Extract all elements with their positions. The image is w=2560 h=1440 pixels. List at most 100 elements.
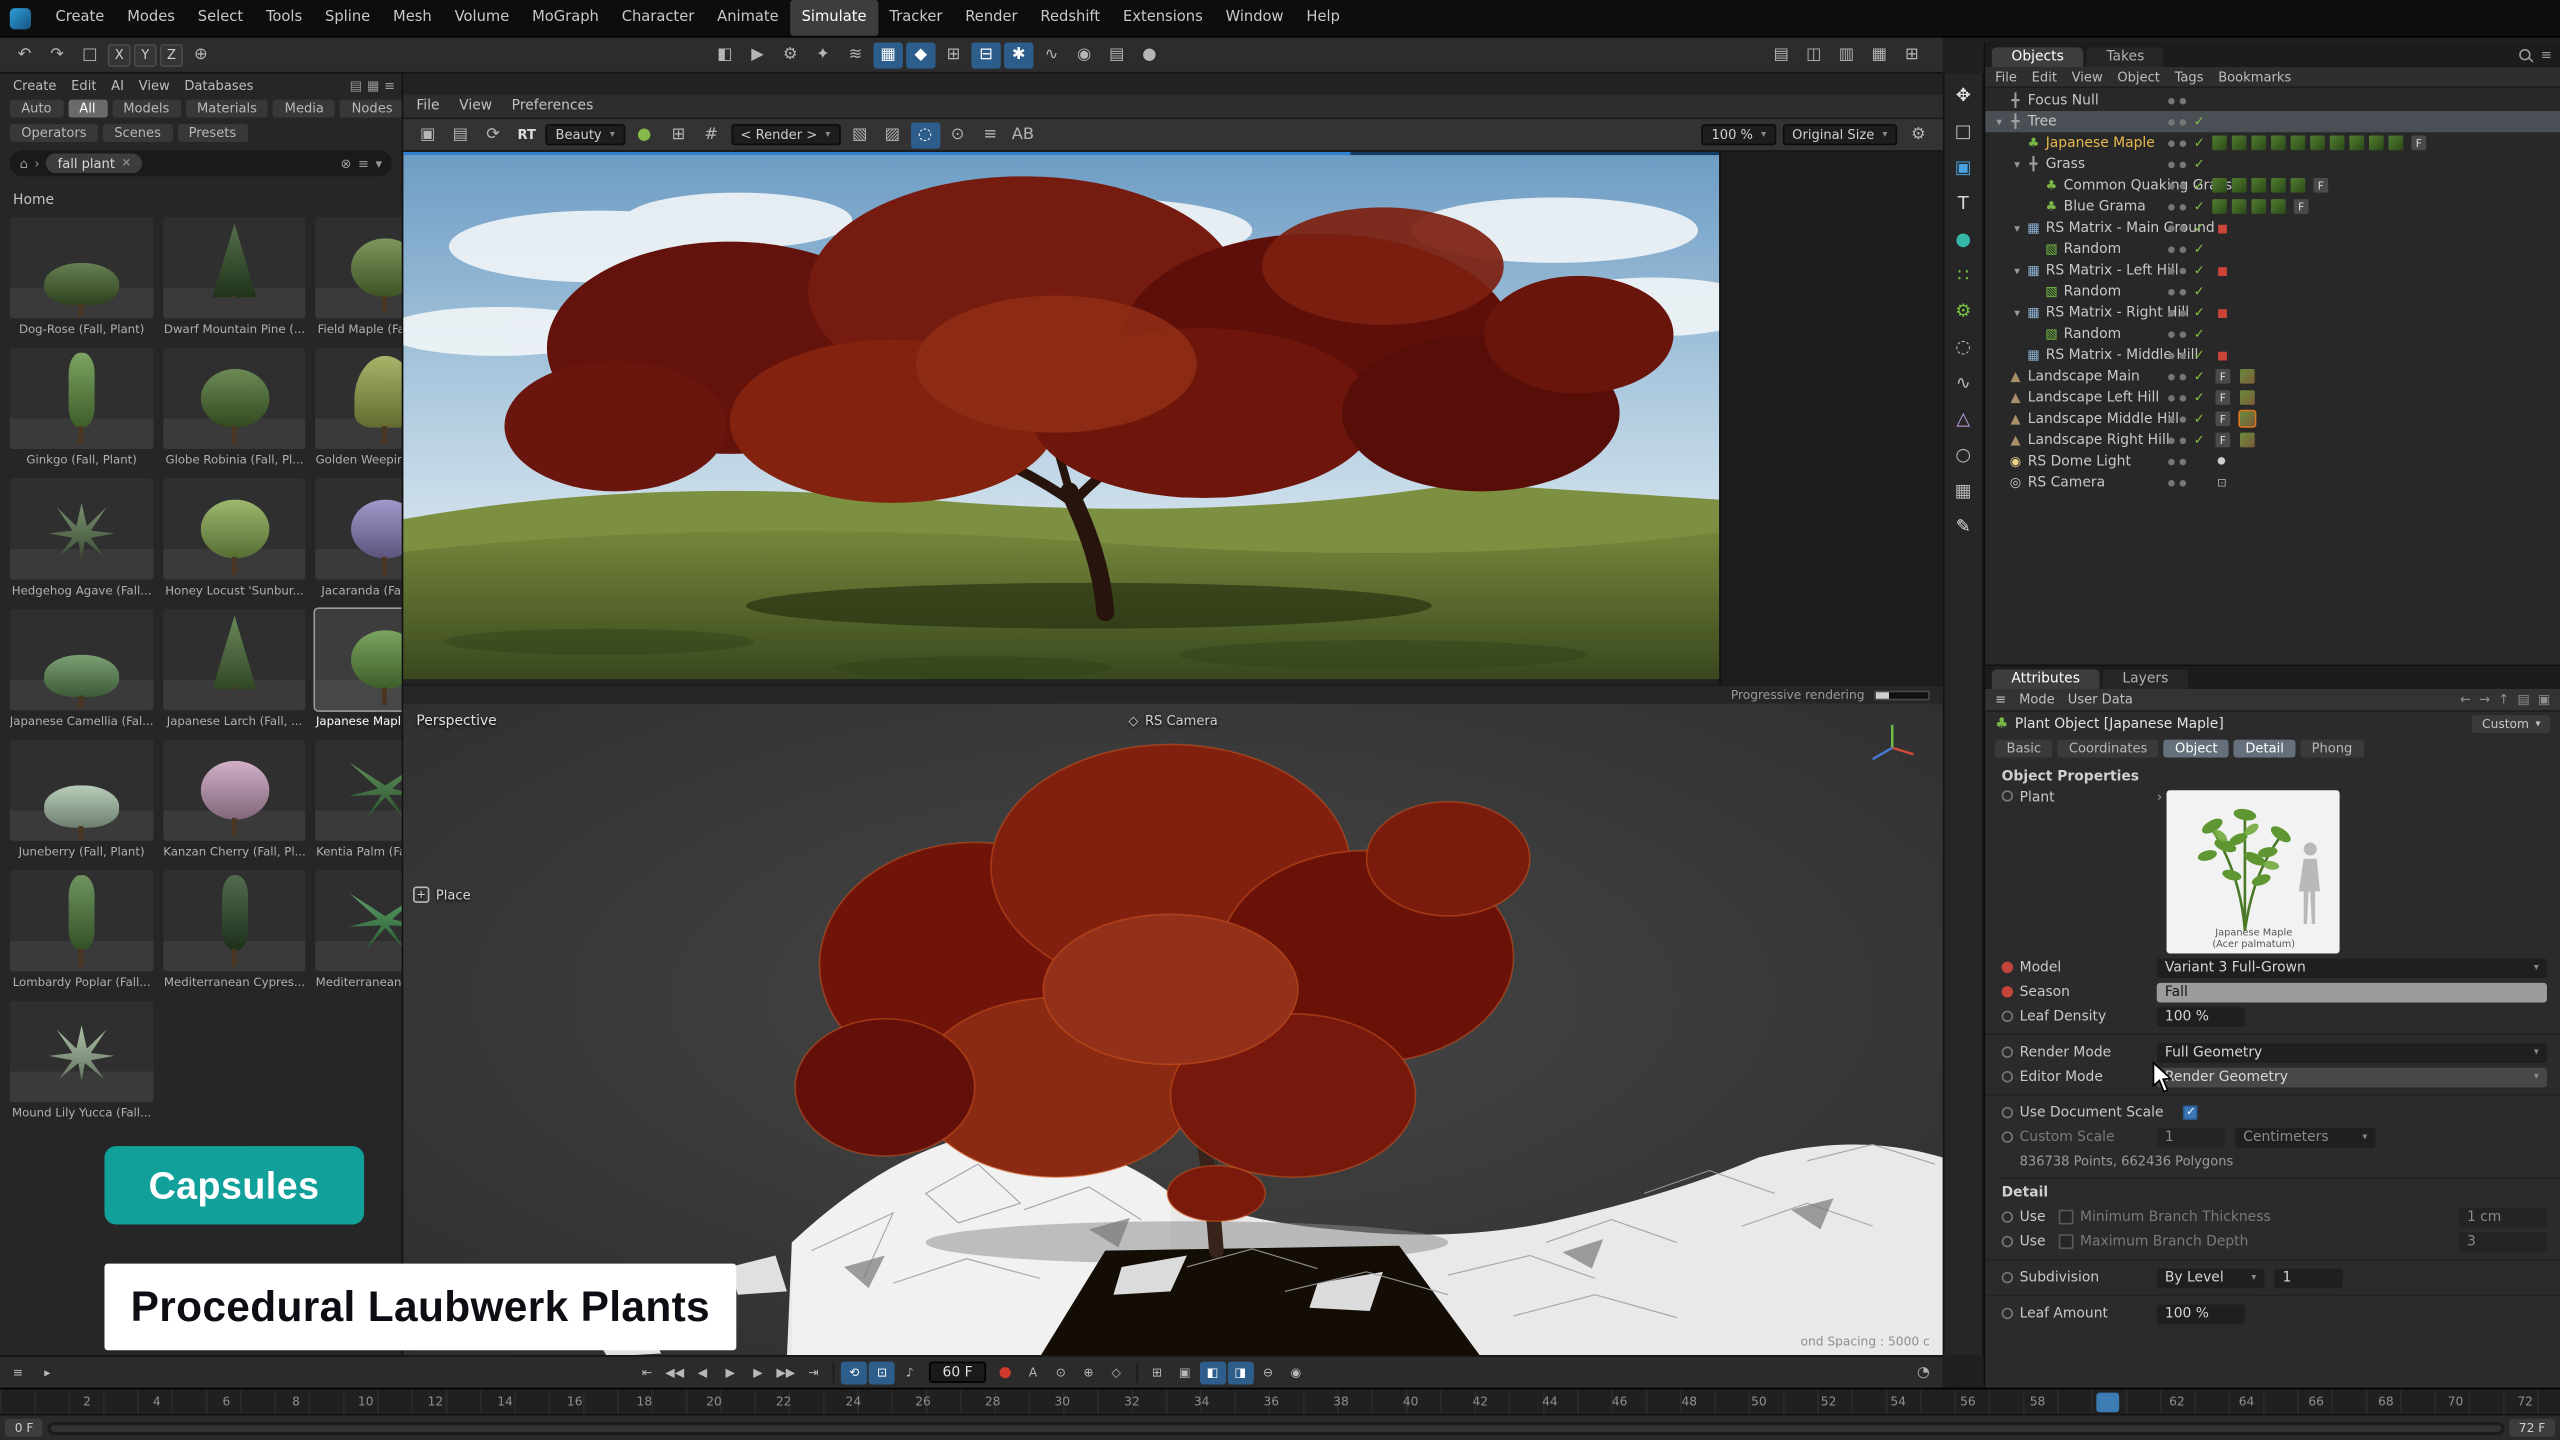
editor-mode-select[interactable]: Render Geometry ▾ [2157, 1067, 2547, 1087]
ruler-frame-label[interactable]: 64 [2239, 1394, 2255, 1409]
texture-tag-icon[interactable]: F [2216, 433, 2231, 448]
asset-menu-create[interactable]: Create [13, 78, 56, 93]
render-visibility-dot[interactable] [2180, 352, 2187, 359]
viewport-layout-button[interactable]: ▤ [1102, 42, 1131, 68]
view-grid-button[interactable]: ▦ [367, 78, 379, 93]
renderview-menu-preferences[interactable]: Preferences [512, 98, 594, 114]
layout-standard-button[interactable]: ▤ [1767, 42, 1796, 68]
texture-tag-icon[interactable]: F [2294, 199, 2309, 214]
material-swatch[interactable] [2251, 178, 2266, 193]
filter-tab-materials[interactable]: Materials [186, 100, 269, 118]
expand-toggle[interactable]: ▾ [2010, 264, 2025, 277]
material-swatch[interactable] [2330, 136, 2345, 151]
compare-a-button[interactable]: ▧ [845, 122, 874, 148]
render-visibility-dot[interactable] [2180, 182, 2187, 189]
viewport-name-label[interactable]: Perspective [416, 713, 496, 729]
om-menu-object[interactable]: Object [2117, 69, 2160, 84]
search-options-icon[interactable]: ≡ [358, 156, 369, 171]
ruler-frame-label[interactable]: 14 [497, 1394, 513, 1409]
editor-visibility-dot[interactable] [2168, 458, 2175, 465]
asset-item-japanese-maple-fall[interactable]: Japanese Maple (Fall, ... [316, 609, 404, 728]
object-row-rs-matrix-middle-hill[interactable]: ▦RS Matrix - Middle Hill✓■ [1985, 344, 2560, 365]
menu-spline[interactable]: Spline [314, 0, 382, 36]
subdivision-field[interactable]: 1 [2274, 1268, 2343, 1288]
range-track[interactable] [48, 1421, 2504, 1434]
texture-tag-icon[interactable]: F [2216, 369, 2231, 384]
attribute-menu-icon[interactable]: ≡ [1995, 692, 2006, 707]
editor-visibility-dot[interactable] [2168, 416, 2175, 423]
object-row-rs-camera[interactable]: ◎RS Camera⊡ [1985, 472, 2560, 493]
transform-tool-icon[interactable]: ✥ [1948, 80, 1979, 111]
region-render-button[interactable]: ◌ [910, 122, 939, 148]
ruler-frame-label[interactable]: 56 [1960, 1394, 1976, 1409]
rigid-body-button[interactable]: ◆ [906, 42, 935, 68]
enabled-check-icon[interactable]: ✓ [2191, 114, 2207, 129]
material-swatch[interactable] [2232, 178, 2247, 193]
asset-item-dwarf-mountain-pine[interactable]: Dwarf Mountain Pine (... [163, 217, 306, 336]
current-frame-field[interactable]: 60 F [929, 1362, 985, 1383]
keyframe-selection-button[interactable]: ⊙ [1048, 1361, 1074, 1384]
range-start-grip[interactable]: 0 F [5, 1419, 43, 1437]
attr-tab-detail[interactable]: Detail [2234, 740, 2295, 758]
enabled-check-icon[interactable]: ✓ [2191, 242, 2207, 257]
history-forward-icon[interactable]: → [2479, 692, 2490, 707]
panel-split-icon[interactable]: ▤ [2517, 692, 2529, 707]
ruler-frame-label[interactable]: 52 [1821, 1394, 1837, 1409]
keyframe-dot[interactable] [2002, 1047, 2020, 1058]
ruler-frame-label[interactable]: 2 [83, 1394, 91, 1409]
editor-visibility-dot[interactable] [2168, 246, 2175, 253]
render-visibility-dot[interactable] [2180, 394, 2187, 401]
asset-item-dog-rose-fall-plant[interactable]: Dog-Rose (Fall, Plant) [10, 217, 154, 336]
ruler-frame-label[interactable]: 12 [428, 1394, 444, 1409]
render-visibility-dot[interactable] [2180, 161, 2187, 168]
season-select[interactable]: Fall [2157, 982, 2547, 1002]
redshift-object-tag-icon[interactable]: ■ [2217, 221, 2228, 234]
coordinate-system-button[interactable]: ⊕ [186, 42, 215, 68]
keyframe-dot[interactable] [2002, 962, 2020, 973]
max-branch-field[interactable]: 3 [2459, 1232, 2547, 1252]
snapshot-button[interactable]: ⊞ [664, 122, 693, 148]
render-viewport[interactable] [403, 152, 1719, 684]
material-swatch[interactable] [2369, 136, 2384, 151]
landscape-material-swatch[interactable] [2240, 411, 2255, 426]
editor-visibility-dot[interactable] [2168, 267, 2175, 274]
keyframe-dot[interactable] [2002, 1107, 2020, 1118]
place-tool-label[interactable]: + Place [413, 887, 471, 903]
redshift-object-tag-icon[interactable]: ■ [2217, 306, 2228, 319]
ruler-frame-label[interactable]: 70 [2448, 1394, 2464, 1409]
object-row-landscape-right-hill[interactable]: ▲Landscape Right Hill✓F [1985, 429, 2560, 450]
material-swatch[interactable] [2291, 136, 2306, 151]
snapshot-history-button[interactable]: ▤ [446, 122, 475, 148]
selection-tool-button[interactable]: □ [75, 42, 104, 68]
layout-add-button[interactable]: ⊞ [1897, 42, 1926, 68]
editor-visibility-dot[interactable] [2168, 437, 2175, 444]
asset-item-mound-lily-yucca-fall[interactable]: Mound Lily Yucca (Fall... [10, 1001, 154, 1120]
ruler-frame-label[interactable]: 28 [985, 1394, 1001, 1409]
keyframe-dot[interactable] [2002, 986, 2020, 997]
asset-item-honey-locust-sunbur[interactable]: Honey Locust 'Sunbur... [163, 478, 306, 597]
material-swatch[interactable] [2212, 199, 2227, 214]
plane-tool-icon[interactable]: □ [1948, 116, 1979, 147]
landscape-material-swatch[interactable] [2240, 369, 2255, 384]
panel-menu-icon[interactable]: ≡ [2541, 47, 2552, 62]
expand-toggle[interactable]: ▾ [1992, 115, 2007, 128]
grid-snap-button[interactable]: ⊞ [939, 42, 968, 68]
menu-tracker[interactable]: Tracker [878, 0, 954, 36]
timeline-ruler[interactable]: 2468101214161820222426283032343638404244… [0, 1388, 2560, 1414]
menu-window[interactable]: Window [1214, 0, 1295, 36]
timeline-playhead[interactable] [2096, 1393, 2119, 1413]
render-visibility-dot[interactable] [2180, 458, 2187, 465]
magic-wand-button[interactable]: ✦ [808, 42, 837, 68]
model-select[interactable]: Variant 3 Full-Grown ▾ [2157, 958, 2547, 978]
om-menu-file[interactable]: File [1995, 69, 2017, 84]
render-settings-button[interactable]: ⚙ [776, 42, 805, 68]
filter-tab-scenes[interactable]: Scenes [103, 124, 172, 142]
filter-tab-nodes[interactable]: Nodes [340, 100, 403, 118]
asset-item-field-maple-fall-plant[interactable]: Field Maple (Fall, Plant) [316, 217, 404, 336]
expand-toggle[interactable]: ▾ [2010, 221, 2025, 234]
material-swatch[interactable] [2349, 136, 2364, 151]
keyframe-dot[interactable] [2002, 1211, 2020, 1222]
spline-icon[interactable]: ∿ [1948, 367, 1979, 398]
clock-icon[interactable]: ◔ [1917, 1364, 1930, 1380]
redo-button[interactable]: ↷ [42, 42, 71, 68]
